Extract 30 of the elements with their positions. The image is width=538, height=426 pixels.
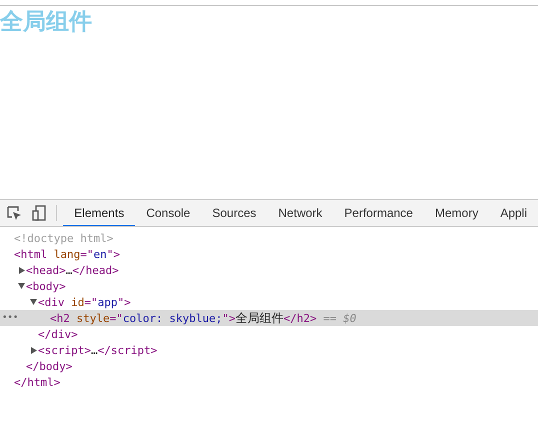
devtools-tab[interactable]: Network: [267, 200, 334, 226]
more-dots[interactable]: •••: [2, 313, 18, 323]
collapsed-triangle-icon[interactable]: [18, 266, 24, 274]
code-line[interactable]: </body>: [26, 360, 72, 372]
device-icon[interactable]: [32, 205, 46, 221]
tree-row[interactable]: <div id="app">: [0, 294, 538, 310]
devtools-tab[interactable]: Console: [135, 200, 202, 226]
devtools-tab[interactable]: Sources: [201, 200, 268, 226]
tree-row[interactable]: <script>…</script>: [0, 342, 538, 358]
code-line[interactable]: </div>: [38, 328, 78, 340]
code-line[interactable]: </html>: [14, 376, 60, 388]
code-line[interactable]: <script>…</script>: [38, 344, 158, 356]
devtools-tab[interactable]: Memory: [424, 200, 490, 226]
code-line[interactable]: <h2 style="color: skyblue;">全局组件</h2> == $0: [50, 310, 356, 326]
tree-row[interactable]: <body>: [0, 278, 538, 294]
code-line[interactable]: <head>…</head>: [26, 264, 119, 276]
expanded-triangle-icon[interactable]: [18, 283, 25, 289]
tree-row[interactable]: <html lang="en">: [0, 246, 538, 262]
selected-row[interactable]: ••• <h2 style="color: skyblue;">全局组件</h2> == $0: [0, 310, 538, 326]
devtools-tab[interactable]: Performance: [333, 200, 424, 226]
devtools-tab[interactable]: Appli: [489, 200, 538, 226]
code-line[interactable]: <html lang="en">: [14, 248, 120, 260]
tree-row[interactable]: <head>…</head>: [0, 262, 538, 278]
page-heading: 全局组件: [0, 8, 93, 35]
devtools-tab[interactable]: Elements: [63, 200, 136, 226]
code-line[interactable]: <div id="app">: [38, 296, 131, 308]
collapsed-triangle-icon[interactable]: [30, 346, 36, 354]
code-line[interactable]: <body>: [26, 280, 66, 292]
inspect-icon[interactable]: [6, 206, 22, 220]
expanded-triangle-icon[interactable]: [30, 299, 37, 305]
